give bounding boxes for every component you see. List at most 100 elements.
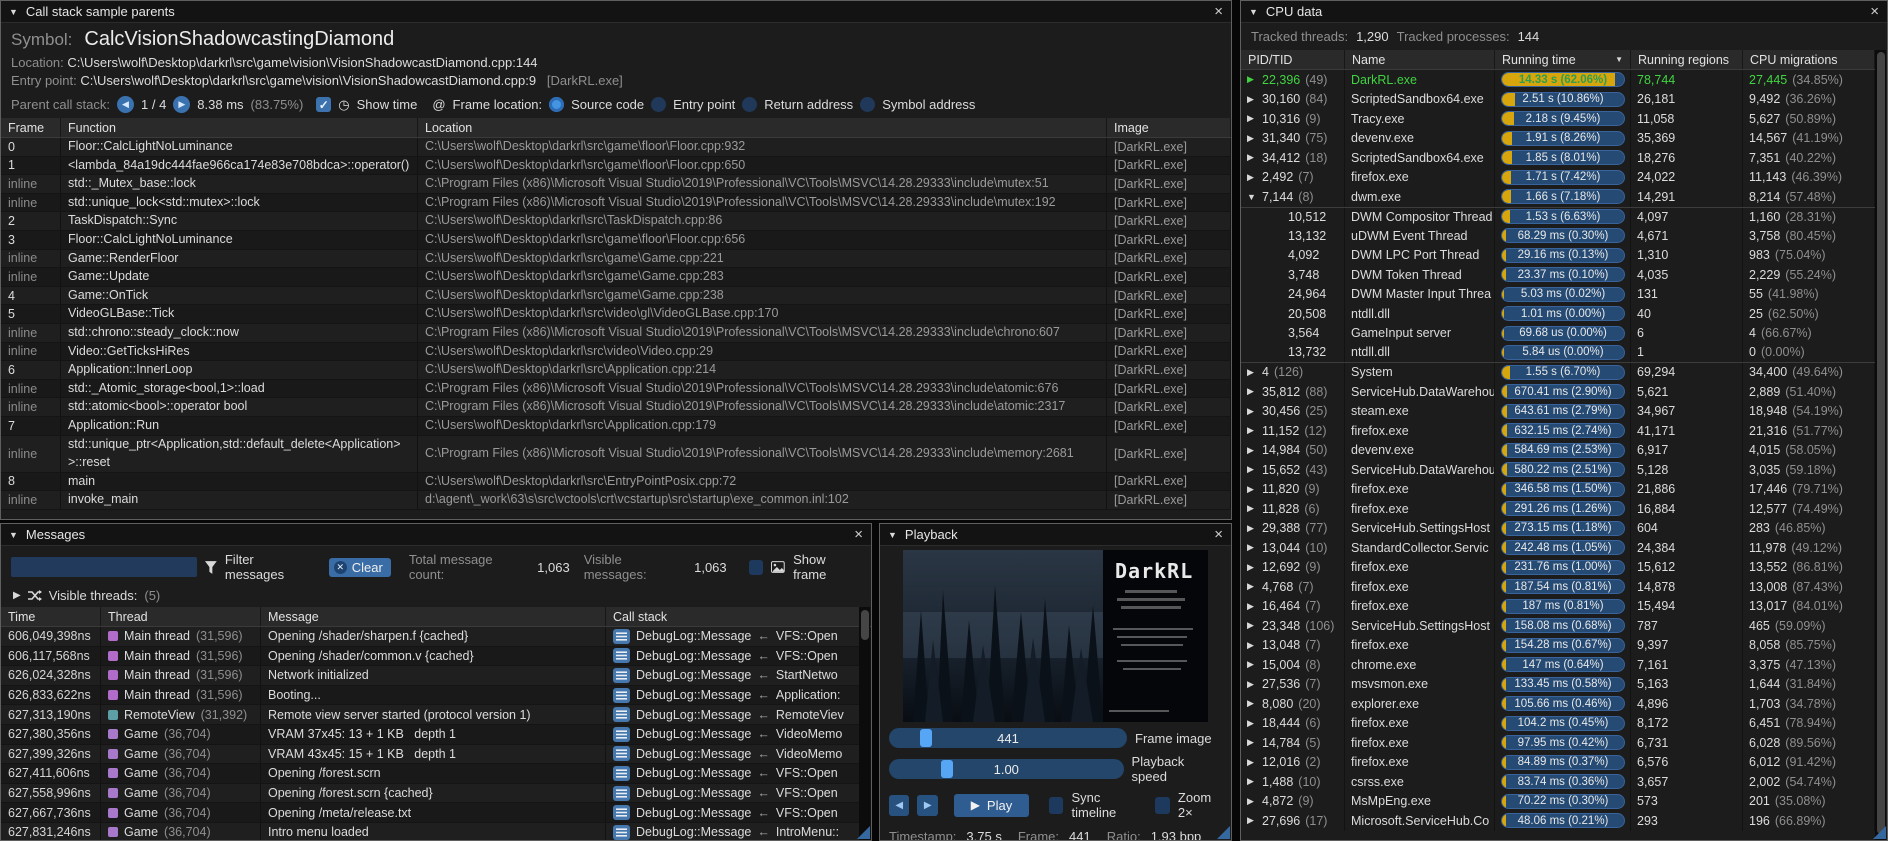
expand-icon[interactable]: ▶ bbox=[1247, 640, 1257, 651]
cpu-process-row[interactable]: 13,732 ntdll.dll 5.84 us (0.00%) 1 0 (0.… bbox=[1241, 343, 1875, 363]
message-row[interactable]: 606,049,398ns Main thread (31,596) Openi… bbox=[1, 627, 871, 647]
cpu-process-row[interactable]: ▶ 8,080 (20) explorer.exe 105.66 ms (0.4… bbox=[1241, 694, 1875, 714]
radio-return-address[interactable] bbox=[742, 97, 757, 112]
cpu-process-row[interactable]: ▶ 30,456 (25) steam.exe 643.61 ms (2.79%… bbox=[1241, 402, 1875, 422]
callstack-row[interactable]: inline Game::Update C:\Users\wolf\Deskto… bbox=[1, 268, 1231, 287]
cpu-process-row[interactable]: ▶ 22,396 (49) DarkRL.exe 14.33 s (62.06%… bbox=[1241, 70, 1875, 90]
cpu-process-row[interactable]: ▶ 34,412 (18) ScriptedSandbox64.exe 1.85… bbox=[1241, 148, 1875, 168]
resize-grip[interactable] bbox=[1217, 826, 1230, 839]
cpu-process-row[interactable]: ▶ 35,812 (88) ServiceHub.DataWarehou 670… bbox=[1241, 382, 1875, 402]
collapse-icon[interactable]: ▼ bbox=[1249, 7, 1258, 17]
cpu-process-row[interactable]: ▶ 14,984 (50) devenv.exe 584.69 ms (2.53… bbox=[1241, 441, 1875, 461]
cpu-process-row[interactable]: 13,132 uDWM Event Thread 68.29 ms (0.30%… bbox=[1241, 226, 1875, 246]
cpu-process-row[interactable]: ▶ 11,820 (9) firefox.exe 346.58 ms (1.50… bbox=[1241, 480, 1875, 500]
cpu-process-row[interactable]: ▶ 27,696 (17) Microsoft.ServiceHub.Co 48… bbox=[1241, 811, 1875, 831]
col-name[interactable]: Name bbox=[1345, 50, 1495, 69]
callstack-button[interactable] bbox=[613, 805, 630, 820]
sync-timeline-checkbox[interactable] bbox=[1049, 797, 1064, 814]
cpu-process-row[interactable]: 24,964 DWM Master Input Threa 5.03 ms (0… bbox=[1241, 285, 1875, 305]
cpu-process-row[interactable]: ▶ 4,872 (9) MsMpEng.exe 70.22 ms (0.30%)… bbox=[1241, 792, 1875, 812]
expand-icon[interactable]: ▶ bbox=[1247, 386, 1257, 397]
expand-icon[interactable]: ▶ bbox=[1247, 445, 1257, 456]
callstack-button[interactable] bbox=[613, 766, 630, 781]
cpu-process-row[interactable]: ▶ 4 (126) System 1.55 s (6.70%) 69,294 3… bbox=[1241, 363, 1875, 383]
callstack-button[interactable] bbox=[613, 668, 630, 683]
resize-grip[interactable] bbox=[1873, 826, 1886, 839]
callstack-row[interactable]: 8 main C:\Users\wolf\Desktop\darkrl\src\… bbox=[1, 473, 1231, 492]
expand-icon[interactable]: ▼ bbox=[1247, 192, 1257, 202]
message-row[interactable]: 626,024,328ns Main thread (31,596) Netwo… bbox=[1, 666, 871, 686]
cpu-process-row[interactable]: ▶ 15,652 (43) ServiceHub.DataWarehou 580… bbox=[1241, 460, 1875, 480]
play-button[interactable]: ▶ Play bbox=[954, 794, 1029, 817]
callstack-row[interactable]: inline std::_Atomic_storage<bool,1>::loa… bbox=[1, 380, 1231, 399]
cpu-process-row[interactable]: ▶ 11,152 (12) firefox.exe 632.15 ms (2.7… bbox=[1241, 421, 1875, 441]
message-row[interactable]: 627,667,736ns Game (36,704) Opening /met… bbox=[1, 803, 871, 823]
expand-icon[interactable]: ▶ bbox=[1247, 367, 1257, 378]
callstack-row[interactable]: inline std::_Mutex_base::lock C:\Program… bbox=[1, 175, 1231, 194]
callstack-row[interactable]: inline std::unique_ptr<Application,std::… bbox=[1, 436, 1231, 473]
callstack-row[interactable]: 3 Floor::CalcLightNoLuminance C:\Users\w… bbox=[1, 231, 1231, 250]
frame-image-slider[interactable]: 441 bbox=[889, 728, 1127, 748]
cpu-process-row[interactable]: ▶ 23,348 (106) ServiceHub.SettingsHost 1… bbox=[1241, 616, 1875, 636]
expand-icon[interactable]: ▶ bbox=[1247, 737, 1257, 748]
cpu-process-row[interactable]: ▶ 11,828 (6) firefox.exe 291.26 ms (1.26… bbox=[1241, 499, 1875, 519]
col-cpu-migrations[interactable]: CPU migrations bbox=[1743, 50, 1875, 69]
expand-icon[interactable]: ▶ bbox=[1247, 581, 1257, 592]
callstack-row[interactable]: inline std::chrono::steady_clock::now C:… bbox=[1, 324, 1231, 343]
zoom-2x-checkbox[interactable] bbox=[1155, 797, 1170, 814]
entry-location[interactable]: C:\Users\wolf\Desktop\darkrl\src\game\vi… bbox=[80, 73, 536, 88]
expand-icon[interactable]: ▶ bbox=[1247, 503, 1257, 514]
clear-button[interactable]: ✕ Clear bbox=[329, 558, 391, 577]
cpu-process-row[interactable]: ▶ 15,004 (8) chrome.exe 147 ms (0.64%) 7… bbox=[1241, 655, 1875, 675]
radio-symbol-address[interactable] bbox=[860, 97, 875, 112]
callstack-button[interactable] bbox=[613, 746, 630, 761]
cpu-process-row[interactable]: ▶ 30,160 (84) ScriptedSandbox64.exe 2.51… bbox=[1241, 90, 1875, 110]
step-forward-button[interactable]: ▶ bbox=[917, 795, 937, 816]
expand-icon[interactable]: ▶ bbox=[1247, 133, 1257, 144]
expand-icon[interactable]: ▶ bbox=[1247, 464, 1257, 475]
cpu-process-row[interactable]: ▶ 12,692 (9) firefox.exe 231.76 ms (1.00… bbox=[1241, 558, 1875, 578]
callstack-button[interactable] bbox=[613, 629, 630, 644]
col-running-time[interactable]: Running time ▼ bbox=[1495, 50, 1631, 69]
cpu-process-row[interactable]: ▼ 7,144 (8) dwm.exe 1.66 s (7.18%) 14,29… bbox=[1241, 187, 1875, 207]
callstack-button[interactable] bbox=[613, 648, 630, 663]
expand-icon[interactable]: ▶ bbox=[1247, 425, 1257, 436]
col-pid-tid[interactable]: PID/TID bbox=[1241, 50, 1345, 69]
cpu-process-row[interactable]: 10,512 DWM Compositor Thread 1.53 s (6.6… bbox=[1241, 207, 1875, 227]
show-time-checkbox[interactable]: ✓ bbox=[316, 97, 331, 112]
playback-speed-slider[interactable]: 1.00 bbox=[889, 759, 1124, 779]
expand-icon[interactable]: ▶ bbox=[1247, 113, 1257, 124]
radio-source-code[interactable] bbox=[549, 97, 564, 112]
expand-icon[interactable]: ▶ bbox=[1247, 406, 1257, 417]
cpu-process-row[interactable]: ▶ 27,536 (7) msvsmon.exe 133.45 ms (0.58… bbox=[1241, 675, 1875, 695]
callstack-button[interactable] bbox=[613, 825, 630, 840]
expand-icon[interactable]: ▶ bbox=[1247, 74, 1257, 85]
expand-icon[interactable]: ▶ bbox=[1247, 776, 1257, 787]
callstack-row[interactable]: 2 TaskDispatch::Sync C:\Users\wolf\Deskt… bbox=[1, 212, 1231, 231]
close-icon[interactable]: × bbox=[854, 527, 863, 542]
message-row[interactable]: 626,833,622ns Main thread (31,596) Booti… bbox=[1, 686, 871, 706]
callstack-row[interactable]: inline Game::RenderFloor C:\Users\wolf\D… bbox=[1, 250, 1231, 269]
step-back-button[interactable]: ◀ bbox=[889, 795, 909, 816]
cpu-process-row[interactable]: 3,564 GameInput server 69.68 us (0.00%) … bbox=[1241, 324, 1875, 344]
callstack-row[interactable]: 6 Application::InnerLoop C:\Users\wolf\D… bbox=[1, 361, 1231, 380]
cpu-process-row[interactable]: ▶ 4,768 (7) firefox.exe 187.54 ms (0.81%… bbox=[1241, 577, 1875, 597]
callstack-row[interactable]: 7 Application::Run C:\Users\wolf\Desktop… bbox=[1, 417, 1231, 436]
expand-icon[interactable]: ▶ bbox=[1247, 172, 1257, 183]
cpu-process-row[interactable]: ▶ 16,464 (7) firefox.exe 187 ms (0.81%) … bbox=[1241, 597, 1875, 617]
callstack-button[interactable] bbox=[613, 727, 630, 742]
cpu-process-row[interactable]: 20,508 ntdll.dll 1.01 ms (0.00%) 40 25 (… bbox=[1241, 304, 1875, 324]
messages-scrollbar-thumb[interactable] bbox=[861, 610, 869, 640]
symbol-location[interactable]: C:\Users\wolf\Desktop\darkrl\src\game\vi… bbox=[67, 55, 537, 70]
cpu-scrollbar-thumb[interactable] bbox=[1877, 52, 1885, 834]
filter-input[interactable] bbox=[11, 557, 197, 577]
cpu-process-row[interactable]: 3,748 DWM Token Thread 23.37 ms (0.10%) … bbox=[1241, 265, 1875, 285]
callstack-button[interactable] bbox=[613, 688, 630, 703]
visible-threads-row[interactable]: ▶ Visible threads: (5) bbox=[1, 586, 871, 607]
collapse-icon[interactable]: ▼ bbox=[9, 7, 18, 17]
close-icon[interactable]: × bbox=[1214, 4, 1223, 19]
message-row[interactable]: 627,399,326ns Game (36,704) VRAM 43x45: … bbox=[1, 745, 871, 765]
callstack-row[interactable]: 1 <lambda_84a19dc444fae966ca174e83e708bd… bbox=[1, 157, 1231, 176]
cpu-process-row[interactable]: ▶ 18,444 (6) firefox.exe 104.2 ms (0.45%… bbox=[1241, 714, 1875, 734]
callstack-row[interactable]: inline Video::GetTicksHiRes C:\Users\wol… bbox=[1, 343, 1231, 362]
